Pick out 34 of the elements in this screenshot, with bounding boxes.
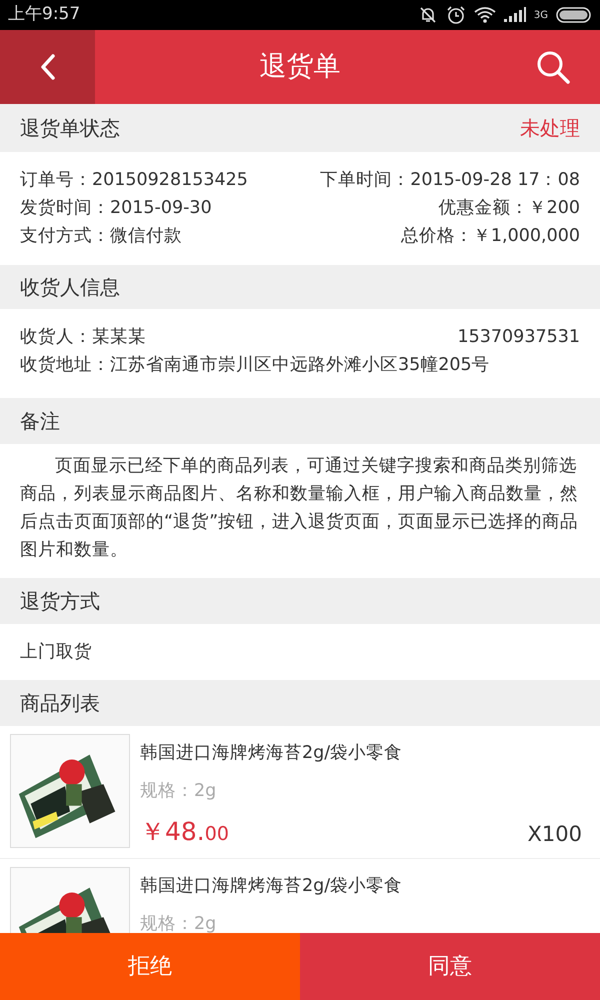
alarm-icon bbox=[446, 5, 466, 25]
section-title: 退货方式 bbox=[20, 588, 100, 615]
receiver-address: 收货地址：江苏省南通市崇川区中远路外滩小区35幢205号 bbox=[20, 355, 490, 375]
signal-icon bbox=[504, 7, 526, 23]
section-title: 收货人信息 bbox=[20, 274, 120, 301]
network-label: 3G bbox=[534, 8, 548, 22]
clock-time: 上午9:57 bbox=[8, 3, 80, 26]
product-name: 韩国进口海牌烤海苔2g/袋小零食 bbox=[140, 742, 404, 765]
order-field: 发货时间：2015-09-30 bbox=[20, 194, 212, 222]
product-price: ￥48.00 bbox=[140, 816, 229, 848]
receiver-name: 收货人：某某某 bbox=[20, 326, 146, 349]
muted-bell-icon bbox=[418, 5, 438, 25]
search-icon bbox=[534, 49, 570, 85]
phone-number: 15370937531 bbox=[458, 326, 580, 349]
order-field: 下单时间：2015-09-28 17：08 bbox=[320, 166, 580, 194]
status-value: 未处理 bbox=[520, 115, 580, 142]
section-title: 商品列表 bbox=[20, 690, 100, 717]
section-title: 备注 bbox=[20, 408, 60, 435]
battery-icon bbox=[556, 7, 592, 23]
return-method: 上门取货 bbox=[20, 640, 92, 664]
reject-button[interactable]: 拒绝 bbox=[0, 933, 300, 1000]
product-quantity: X100 bbox=[528, 820, 582, 848]
wifi-icon bbox=[474, 6, 496, 24]
accept-button[interactable]: 同意 bbox=[300, 933, 600, 1000]
order-field: 总价格：￥1,000,000 bbox=[400, 222, 580, 250]
back-icon bbox=[40, 54, 56, 80]
page-title: 退货单 bbox=[260, 50, 340, 84]
order-field: 优惠金额：￥200 bbox=[438, 194, 580, 222]
note-text: 页面显示已经下单的商品列表，可通过关键字搜索和商品类别筛选商品，列表显示商品图片、名称和数量输入框，用户输入商品数量，然后点击页面顶部的“退货”按钮，进入退货页面，页面显示已选择的商品图片和数量。 bbox=[19, 455, 580, 562]
order-field: 支付方式：微信付款 bbox=[20, 222, 182, 250]
section-title: 退货单状态 bbox=[20, 115, 120, 142]
order-field: 订单号：20150928153425 bbox=[20, 166, 248, 194]
product-name: 韩国进口海牌烤海苔2g/袋小零食 bbox=[140, 875, 404, 898]
product-spec: 规格：2g bbox=[140, 780, 218, 804]
